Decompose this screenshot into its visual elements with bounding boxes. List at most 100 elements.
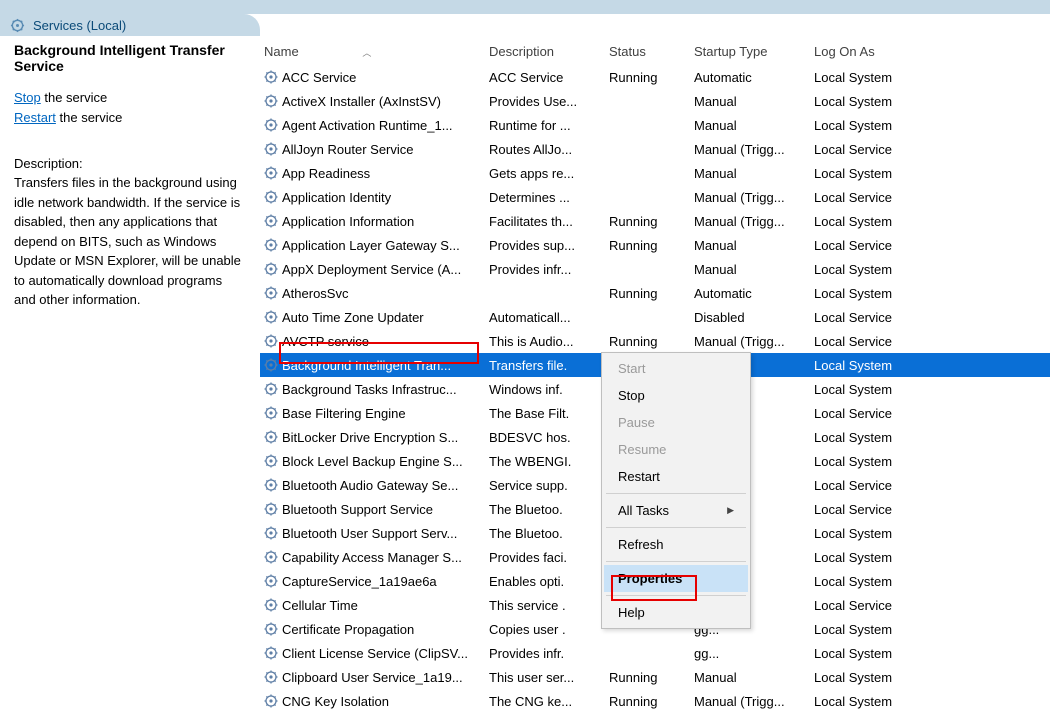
table-row[interactable]: Agent Activation Runtime_1...Runtime for…	[260, 113, 1050, 137]
table-row[interactable]: AVCTP serviceThis is Audio...RunningManu…	[260, 329, 1050, 353]
service-name-text: Application Information	[282, 214, 481, 229]
ctx-stop[interactable]: Stop	[604, 382, 748, 409]
service-name-cell[interactable]: AVCTP service	[260, 329, 485, 353]
service-logon-cell: Local Service	[810, 233, 1050, 257]
service-logon-cell: Local Service	[810, 305, 1050, 329]
table-row[interactable]: Application IdentityDetermines ...Manual…	[260, 185, 1050, 209]
service-name-cell[interactable]: ACC Service	[260, 65, 485, 89]
service-name-cell[interactable]: AllJoyn Router Service	[260, 137, 485, 161]
column-status[interactable]: Status	[605, 36, 690, 65]
service-name-text: Bluetooth Support Service	[282, 502, 481, 517]
ctx-help[interactable]: Help	[604, 599, 748, 626]
context-menu[interactable]: Start Stop Pause Resume Restart All Task…	[601, 352, 751, 629]
service-status-cell	[605, 257, 690, 281]
service-name-cell[interactable]: Application Layer Gateway S...	[260, 233, 485, 257]
service-startup-cell: Manual	[690, 113, 810, 137]
table-row[interactable]: AllJoyn Router ServiceRoutes AllJo...Man…	[260, 137, 1050, 161]
description-header: Description:	[14, 156, 246, 171]
service-name-text: Capability Access Manager S...	[282, 550, 481, 565]
table-row[interactable]: App ReadinessGets apps re...ManualLocal …	[260, 161, 1050, 185]
service-startup-cell: Automatic	[690, 65, 810, 89]
service-name-cell[interactable]: Agent Activation Runtime_1...	[260, 113, 485, 137]
service-status-cell	[605, 305, 690, 329]
ctx-properties[interactable]: Properties	[604, 565, 748, 592]
stop-service-line: Stop the service	[14, 88, 246, 108]
column-startup[interactable]: Startup Type	[690, 36, 810, 65]
service-name-cell[interactable]: Application Identity	[260, 185, 485, 209]
service-name-text: ActiveX Installer (AxInstSV)	[282, 94, 481, 109]
service-name-cell[interactable]: App Readiness	[260, 161, 485, 185]
gear-icon	[260, 237, 282, 253]
service-name-cell[interactable]: Application Information	[260, 209, 485, 233]
service-name-cell[interactable]: Base Filtering Engine	[260, 401, 485, 425]
service-status-cell: Running	[605, 689, 690, 713]
service-name-cell[interactable]: Bluetooth Audio Gateway Se...	[260, 473, 485, 497]
gear-icon	[260, 573, 282, 589]
service-desc-cell: Gets apps re...	[485, 161, 605, 185]
stop-service-link[interactable]: Stop	[14, 90, 41, 105]
service-desc-cell: The Base Filt.	[485, 401, 605, 425]
column-logon[interactable]: Log On As	[810, 36, 1050, 65]
service-name-cell[interactable]: Bluetooth User Support Serv...	[260, 521, 485, 545]
ctx-restart[interactable]: Restart	[604, 463, 748, 490]
service-name-cell[interactable]: BitLocker Drive Encryption S...	[260, 425, 485, 449]
table-row[interactable]: ACC ServiceACC ServiceRunningAutomaticLo…	[260, 65, 1050, 89]
service-name-text: Background Intelligent Tran...	[282, 358, 481, 373]
service-desc-cell: The WBENGI.	[485, 449, 605, 473]
service-name-cell[interactable]: Background Intelligent Tran...	[260, 353, 485, 377]
table-row[interactable]: AppX Deployment Service (A...Provides in…	[260, 257, 1050, 281]
service-desc-cell: Facilitates th...	[485, 209, 605, 233]
service-name-cell[interactable]: AppX Deployment Service (A...	[260, 257, 485, 281]
service-name-cell[interactable]: CaptureService_1a19ae6a	[260, 569, 485, 593]
service-name-cell[interactable]: Client License Service (ClipSV...	[260, 641, 485, 665]
ctx-all-tasks[interactable]: All Tasks ▶	[604, 497, 748, 524]
column-name[interactable]: Name ︿	[260, 36, 485, 65]
service-name-text: Application Layer Gateway S...	[282, 238, 481, 253]
table-row[interactable]: Application Information Facilitates th...…	[260, 209, 1050, 233]
gear-icon	[260, 525, 282, 541]
table-row[interactable]: Clipboard User Service_1a19...This user …	[260, 665, 1050, 689]
service-name-cell[interactable]: CNG Key Isolation	[260, 689, 485, 713]
service-startup-cell: Disabled	[690, 305, 810, 329]
service-name-cell[interactable]: Block Level Backup Engine S...	[260, 449, 485, 473]
table-row[interactable]: ActiveX Installer (AxInstSV)Provides Use…	[260, 89, 1050, 113]
ctx-refresh[interactable]: Refresh	[604, 531, 748, 558]
service-name-cell[interactable]: Auto Time Zone Updater	[260, 305, 485, 329]
table-row[interactable]: Auto Time Zone UpdaterAutomaticall...Dis…	[260, 305, 1050, 329]
service-logon-cell: Local System	[810, 377, 1050, 401]
service-name-cell[interactable]: Cellular Time	[260, 593, 485, 617]
service-name-cell[interactable]: Certificate Propagation	[260, 617, 485, 641]
service-status-cell	[605, 161, 690, 185]
restart-service-link[interactable]: Restart	[14, 110, 56, 125]
service-name-cell[interactable]: AtherosSvc	[260, 281, 485, 305]
service-logon-cell: Local System	[810, 425, 1050, 449]
table-row[interactable]: AtherosSvcRunningAutomaticLocal System	[260, 281, 1050, 305]
service-name-cell[interactable]: Capability Access Manager S...	[260, 545, 485, 569]
description-body: Transfers files in the background using …	[14, 173, 246, 310]
service-name-cell[interactable]: Bluetooth Support Service	[260, 497, 485, 521]
service-desc-cell: Transfers file.	[485, 353, 605, 377]
service-logon-cell: Local System	[810, 449, 1050, 473]
table-row[interactable]: Application Layer Gateway S...Provides s…	[260, 233, 1050, 257]
column-description[interactable]: Description	[485, 36, 605, 65]
service-name-text: CaptureService_1a19ae6a	[282, 574, 481, 589]
service-name-text: App Readiness	[282, 166, 481, 181]
service-name-cell[interactable]: Background Tasks Infrastruc...	[260, 377, 485, 401]
service-name-text: Cellular Time	[282, 598, 481, 613]
service-name-text: Base Filtering Engine	[282, 406, 481, 421]
service-logon-cell: Local System	[810, 665, 1050, 689]
gear-icon	[260, 597, 282, 613]
gear-icon	[260, 405, 282, 421]
service-name-text: Clipboard User Service_1a19...	[282, 670, 481, 685]
service-name-cell[interactable]: Clipboard User Service_1a19...	[260, 665, 485, 689]
service-startup-cell: Manual	[690, 89, 810, 113]
service-name-cell[interactable]: ActiveX Installer (AxInstSV)	[260, 89, 485, 113]
gear-icon	[260, 165, 282, 181]
table-header-row[interactable]: Name ︿ Description Status Startup Type L…	[260, 36, 1050, 65]
ctx-separator	[606, 595, 746, 596]
gear-icon	[260, 381, 282, 397]
service-logon-cell: Local System	[810, 617, 1050, 641]
table-row[interactable]: CNG Key IsolationThe CNG ke...RunningMan…	[260, 689, 1050, 713]
service-logon-cell: Local System	[810, 689, 1050, 713]
table-row[interactable]: Client License Service (ClipSV...Provide…	[260, 641, 1050, 665]
